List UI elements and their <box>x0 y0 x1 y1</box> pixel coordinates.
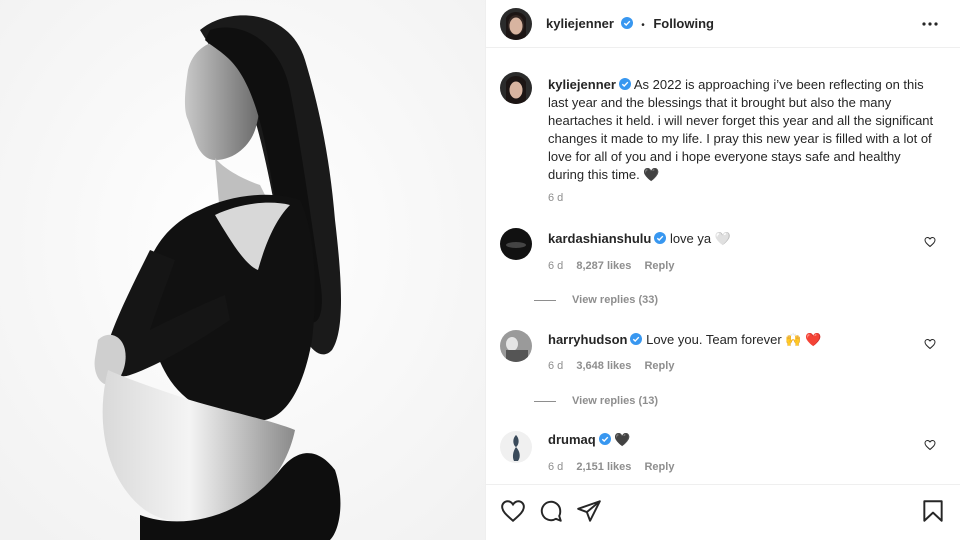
separator-dot: • <box>641 20 645 31</box>
heart-icon[interactable] <box>500 498 526 524</box>
comment-text: Love you. Team forever 🙌 ❤️ <box>646 332 822 347</box>
post-photo[interactable] <box>0 0 486 540</box>
like-comment-heart-icon[interactable] <box>924 439 936 451</box>
author-name-group: kyliejenner • Following <box>546 16 714 31</box>
comment-likes[interactable]: 2,151 likes <box>576 461 631 473</box>
view-replies-button[interactable]: View replies (33) <box>534 294 658 306</box>
post-photo-image <box>0 0 485 540</box>
comment-body: drumaq 🖤 <box>548 431 940 449</box>
more-options-icon[interactable] <box>918 12 942 36</box>
comments-list[interactable]: kyliejenner As 2022 is approaching i’ve … <box>486 48 960 484</box>
instagram-post-modal: kyliejenner • Following kyliejenner As 2… <box>0 0 960 540</box>
verified-badge-icon <box>620 17 633 29</box>
view-replies-label: View replies (13) <box>572 395 659 407</box>
comment-item: harryhudson Love you. Team forever 🙌 ❤️ … <box>500 330 946 400</box>
caption-author-avatar[interactable] <box>500 72 532 104</box>
caption-username[interactable]: kyliejenner <box>548 77 616 92</box>
reply-button[interactable]: Reply <box>644 360 674 372</box>
like-comment-heart-icon[interactable] <box>924 236 936 248</box>
verified-badge-icon <box>598 433 611 445</box>
commenter-username[interactable]: harryhudson <box>548 332 627 347</box>
bookmark-icon[interactable] <box>920 498 946 524</box>
comment-text: 🖤 <box>614 432 631 447</box>
comment-likes[interactable]: 8,287 likes <box>576 260 631 272</box>
caption-text: As 2022 is approaching i’ve been reflect… <box>548 77 934 182</box>
verified-badge-icon <box>618 78 631 90</box>
following-button[interactable]: Following <box>653 16 714 31</box>
post-details-panel: kyliejenner • Following kyliejenner As 2… <box>486 0 960 540</box>
view-replies-label: View replies (33) <box>572 294 659 306</box>
verified-badge-icon <box>654 232 667 244</box>
like-comment-heart-icon[interactable] <box>924 338 936 350</box>
comment-meta: 6 d 2,151 likes Reply <box>548 461 684 473</box>
reply-button[interactable]: Reply <box>644 260 674 272</box>
view-replies-line <box>534 400 556 402</box>
commenter-avatar[interactable] <box>500 431 532 463</box>
comment-age[interactable]: 6 d <box>548 260 563 272</box>
comment-body: harryhudson Love you. Team forever 🙌 ❤️ <box>548 331 940 349</box>
caption-body: kyliejenner As 2022 is approaching i’ve … <box>548 76 940 184</box>
comment-body: kardashianshulu love ya 🤍 <box>548 230 940 248</box>
reply-button[interactable]: Reply <box>644 461 674 473</box>
commenter-username[interactable]: kardashianshulu <box>548 231 651 246</box>
comment-text: love ya 🤍 <box>669 231 731 246</box>
post-action-bar <box>486 484 960 540</box>
comment-age[interactable]: 6 d <box>548 360 563 372</box>
comment-item: kardashianshulu love ya 🤍 6 d 8,287 like… <box>500 228 946 298</box>
comment-icon[interactable] <box>538 498 564 524</box>
commenter-avatar[interactable] <box>500 228 532 260</box>
commenter-avatar[interactable] <box>500 330 532 362</box>
post-header: kyliejenner • Following <box>486 0 960 48</box>
author-username[interactable]: kyliejenner <box>546 16 614 31</box>
comment-meta: 6 d 8,287 likes Reply <box>548 260 684 272</box>
caption-meta: 6 d <box>548 192 573 204</box>
view-replies-line <box>534 299 556 301</box>
caption-age[interactable]: 6 d <box>548 192 563 204</box>
send-icon[interactable] <box>576 498 602 524</box>
view-replies-button[interactable]: View replies (13) <box>534 395 658 407</box>
author-avatar[interactable] <box>500 7 532 40</box>
comment-meta: 6 d 3,648 likes Reply <box>548 360 684 372</box>
verified-badge-icon <box>630 333 643 345</box>
comment-likes[interactable]: 3,648 likes <box>576 360 631 372</box>
caption-row: kyliejenner As 2022 is approaching i’ve … <box>500 72 946 212</box>
comment-age[interactable]: 6 d <box>548 461 563 473</box>
comment-item: drumaq 🖤 6 d 2,151 likes Reply <box>500 431 946 484</box>
commenter-username[interactable]: drumaq <box>548 432 596 447</box>
